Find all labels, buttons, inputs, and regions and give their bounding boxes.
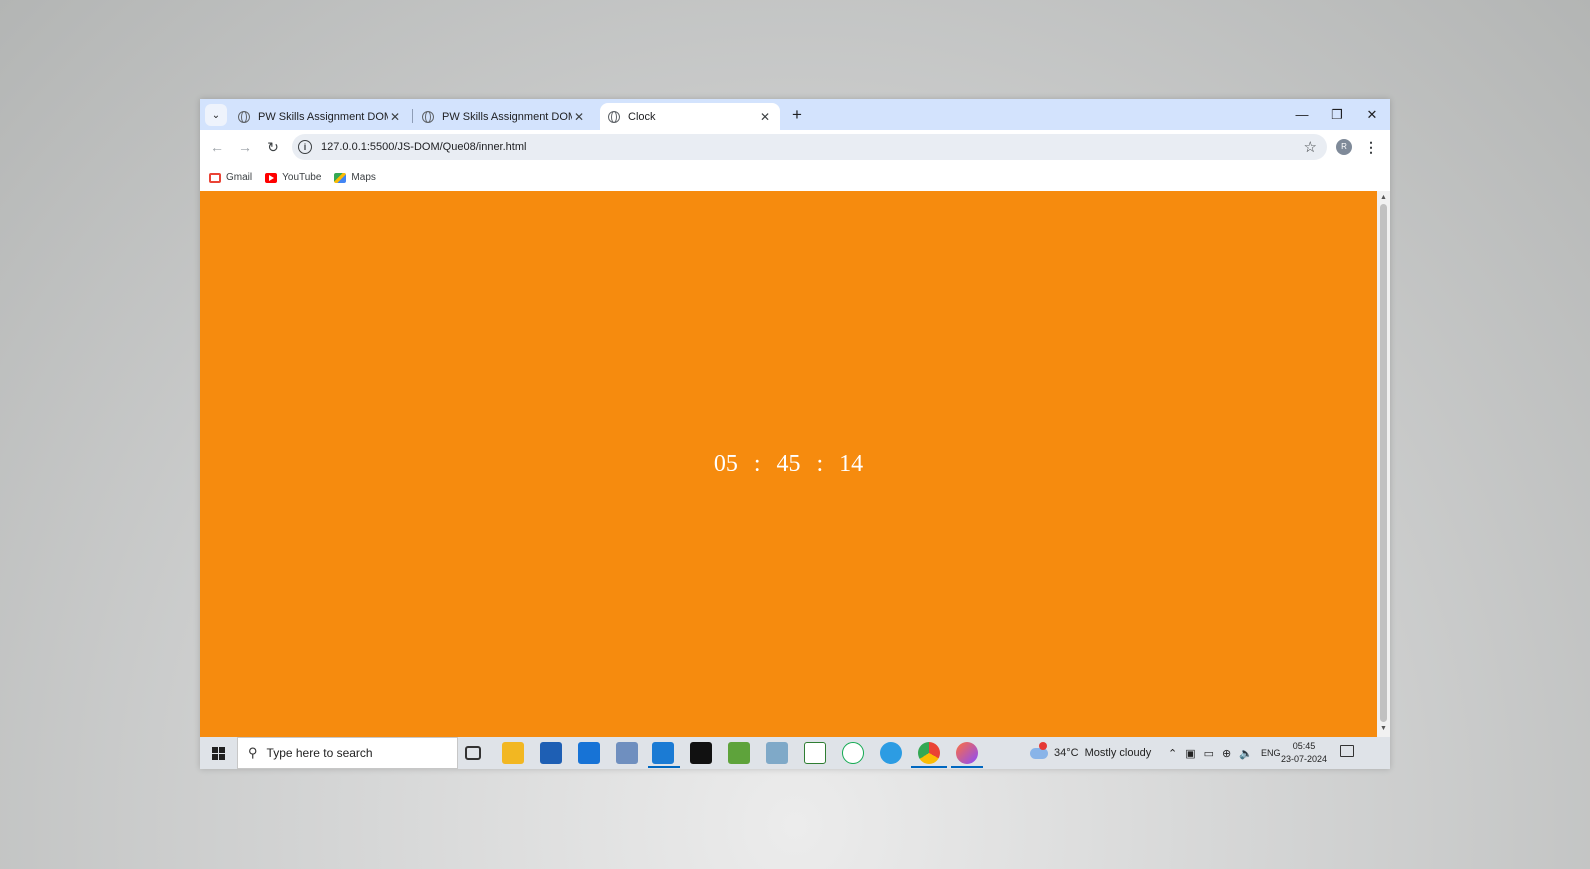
file-explorer-icon[interactable] [502, 742, 524, 764]
vertical-scrollbar[interactable]: ▲ ▼ [1377, 191, 1390, 737]
clock-seconds: 14 [839, 450, 864, 477]
clock-datetime[interactable]: 05:45 23-07-2024 [1276, 740, 1332, 766]
gmail-icon [209, 172, 221, 183]
tab-strip: ⌄ PW Skills Assignment DOM-Ma ✕ PW Skill… [200, 99, 1390, 130]
paint-app-icon[interactable] [956, 742, 978, 764]
edge-icon[interactable] [880, 742, 902, 764]
tab-separator [412, 109, 413, 123]
app-icon[interactable] [616, 742, 638, 764]
globe-icon [238, 110, 250, 123]
weather-condition: Mostly cloudy [1084, 747, 1152, 759]
display-icon[interactable]: ▭ [1204, 747, 1214, 760]
system-tray: ⌃ ▣ ▭ ⊕ 🔈 ENG [1168, 737, 1288, 769]
profile-avatar[interactable]: R [1336, 139, 1352, 155]
close-icon[interactable]: ✕ [758, 110, 772, 124]
active-app-indicator [648, 766, 680, 768]
notification-icon[interactable] [1340, 745, 1354, 757]
scroll-up-icon[interactable]: ▲ [1380, 194, 1387, 201]
taskbar-search[interactable]: ⚲ Type here to search [237, 737, 458, 769]
reload-button[interactable]: ↻ [262, 136, 284, 158]
terminal-icon[interactable] [690, 742, 712, 764]
bookmark-label: Gmail [226, 172, 253, 183]
bookmark-gmail[interactable]: Gmail [209, 172, 252, 183]
task-view-icon[interactable] [465, 746, 481, 760]
weather-temp: 34°C [1054, 747, 1079, 759]
forward-button[interactable]: → [234, 136, 256, 158]
browser-window: ⌄ PW Skills Assignment DOM-Ma ✕ PW Skill… [200, 99, 1390, 769]
search-placeholder: Type here to search [266, 746, 373, 760]
search-icon: ⚲ [248, 745, 258, 760]
clock-minutes: 45 [776, 450, 801, 477]
scroll-down-icon[interactable]: ▼ [1380, 725, 1387, 732]
volume-icon[interactable]: 🔈 [1239, 747, 1253, 760]
meet-icon[interactable]: ▣ [1185, 747, 1195, 760]
store-icon[interactable] [540, 742, 562, 764]
bookmark-star-icon[interactable]: ☆ [1304, 138, 1317, 156]
browser-menu-button[interactable]: ⋮ [1362, 136, 1380, 158]
mongodb-icon[interactable] [842, 742, 864, 764]
network-icon[interactable]: ⊕ [1222, 747, 1231, 760]
close-icon[interactable]: ✕ [572, 110, 586, 124]
back-button[interactable]: ← [206, 136, 228, 158]
mongodb-compass-icon[interactable] [804, 742, 826, 764]
restore-button[interactable]: ❐ [1320, 99, 1354, 130]
mail-icon[interactable] [578, 742, 600, 764]
globe-icon [608, 110, 620, 123]
address-bar[interactable]: i 127.0.0.1:5500/JS-DOM/Que08/inner.html… [292, 134, 1327, 160]
start-button[interactable] [200, 737, 236, 769]
new-tab-button[interactable]: + [786, 104, 808, 126]
maps-icon [334, 172, 347, 183]
address-text[interactable]: 127.0.0.1:5500/JS-DOM/Que08/inner.html [321, 141, 526, 153]
cloud-icon [1030, 741, 1048, 759]
windows-icon [211, 746, 225, 760]
bookmark-label: YouTube [282, 172, 322, 183]
close-icon[interactable]: ✕ [388, 110, 402, 124]
clock-separator: : [816, 450, 824, 477]
toolbar: ← → ↻ i 127.0.0.1:5500/JS-DOM/Que08/inne… [200, 130, 1390, 164]
youtube-icon [265, 172, 278, 183]
globe-icon [422, 110, 434, 123]
chevron-up-icon[interactable]: ⌃ [1168, 747, 1177, 760]
scrollbar-thumb[interactable] [1380, 204, 1387, 722]
digital-clock: 05 : 45 : 14 [706, 451, 871, 478]
tab-title: PW Skills Assignment DOM-Ma [258, 110, 388, 123]
bookmarks-bar: Gmail YouTube Maps [200, 164, 1390, 191]
clock-hours: 05 [713, 450, 738, 477]
close-window-button[interactable]: ✕ [1355, 99, 1389, 130]
tab-pw-skills-2[interactable]: PW Skills Assignment DOM-Ma ✕ [414, 103, 594, 130]
tab-pw-skills-1[interactable]: PW Skills Assignment DOM-Ma ✕ [230, 103, 410, 130]
active-app-indicator [951, 766, 983, 768]
vscode-icon[interactable] [652, 742, 674, 764]
site-info-icon[interactable]: i [298, 140, 312, 154]
weather-widget[interactable]: 34°C Mostly cloudy [1030, 737, 1151, 769]
tab-title: PW Skills Assignment DOM-Ma [442, 110, 572, 123]
tab-clock[interactable]: Clock ✕ [600, 103, 780, 130]
tab-search-button[interactable]: ⌄ [205, 104, 227, 126]
bookmark-label: Maps [351, 172, 376, 183]
minimize-button[interactable]: — [1285, 99, 1319, 130]
tray-date: 23-07-2024 [1280, 754, 1328, 764]
clock-separator: : [753, 450, 761, 477]
bookmark-youtube[interactable]: YouTube [265, 172, 321, 183]
active-app-indicator [911, 766, 947, 768]
tray-time: 05:45 [1292, 741, 1316, 751]
chrome-icon[interactable] [918, 742, 940, 764]
page-content: 05 : 45 : 14 [200, 191, 1377, 737]
tab-title: Clock [628, 110, 656, 123]
app-icon[interactable] [766, 742, 788, 764]
nodejs-icon[interactable] [728, 742, 750, 764]
bookmark-maps[interactable]: Maps [334, 172, 376, 183]
taskbar: ⚲ Type here to search 34°C Mostly cloudy… [200, 737, 1390, 769]
